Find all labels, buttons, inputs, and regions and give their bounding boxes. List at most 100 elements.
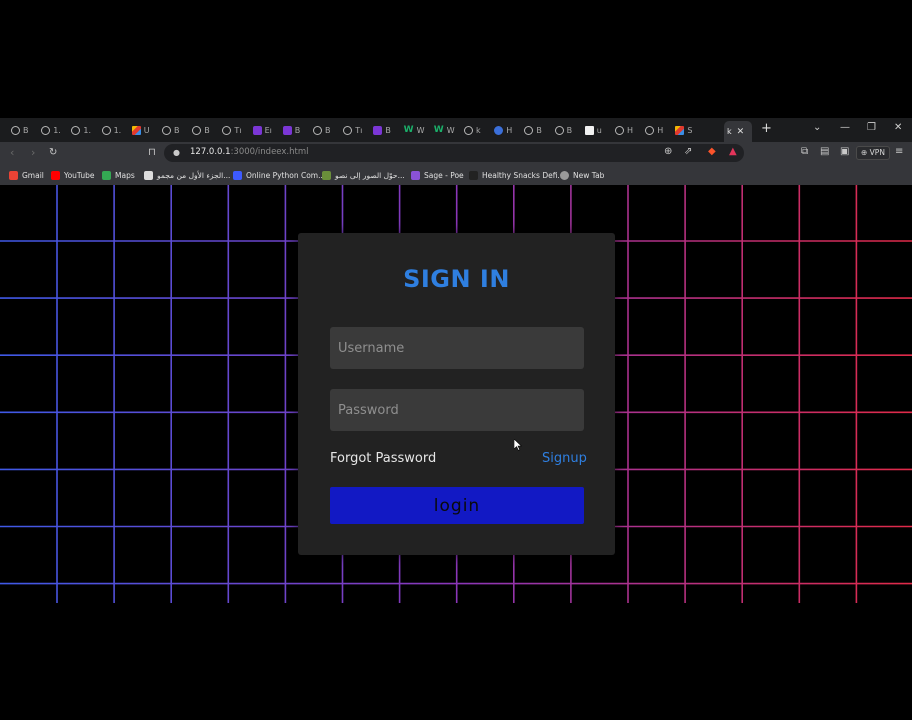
bookmark-item[interactable]: حوّل الصور إلى نصو... bbox=[322, 169, 405, 181]
wallet-icon[interactable]: ▣ bbox=[840, 146, 849, 157]
reload-icon[interactable]: ↻ bbox=[49, 146, 57, 159]
bootstrap-icon bbox=[252, 125, 262, 135]
browser-tab[interactable]: 1. bbox=[99, 122, 129, 138]
web-page: SIGN IN Forgot Password Signup login bbox=[0, 185, 912, 603]
tab-title: Tı bbox=[234, 125, 242, 135]
bookmarks-bar: Gmail YouTube Maps الجزء الأول من مجمو... On… bbox=[0, 164, 912, 185]
tab-title: B bbox=[294, 125, 301, 135]
globe-icon bbox=[524, 125, 534, 135]
globe-icon bbox=[71, 125, 81, 135]
browser-toolbar: ‹ › ↻ ⊓ ● 127.0.0.1:3000/indeex.html ⊕ ⇗… bbox=[0, 142, 912, 164]
browser-tab[interactable]: k ✕ bbox=[724, 121, 752, 142]
restore-icon[interactable]: ❐ bbox=[867, 122, 876, 134]
browser-tab[interactable]: H bbox=[612, 122, 642, 138]
multicolor-icon bbox=[131, 125, 141, 135]
close-window-icon[interactable]: ✕ bbox=[894, 122, 902, 134]
browser-tab[interactable]: B bbox=[552, 122, 582, 138]
bookmark-label: Maps bbox=[115, 170, 135, 180]
browser-tab[interactable]: 1. bbox=[68, 122, 98, 138]
bookmark-item[interactable]: New Tab bbox=[560, 169, 604, 181]
zoom-icon[interactable]: ⊕ bbox=[664, 146, 672, 157]
tab-title: B bbox=[325, 125, 331, 135]
close-tab-icon[interactable]: ✕ bbox=[737, 127, 745, 137]
bookmark-item[interactable]: Gmail bbox=[9, 169, 44, 181]
bookmark-item[interactable]: Sage - Poe bbox=[411, 169, 464, 181]
bookmark-label: Healthy Snacks Defi... bbox=[482, 170, 565, 180]
bookmark-icon[interactable]: ⊓ bbox=[148, 146, 156, 159]
extensions-icon[interactable]: ⧉ bbox=[801, 146, 808, 157]
tab-title: H bbox=[506, 125, 513, 135]
browser-tab[interactable]: B bbox=[189, 122, 219, 138]
bookmark-favicon-icon bbox=[469, 170, 478, 180]
sidebar-icon[interactable]: ▤ bbox=[820, 146, 829, 157]
browser-tab[interactable]: Tı bbox=[219, 122, 249, 138]
browser-tab[interactable]: u bbox=[582, 122, 612, 138]
brave-rewards-icon[interactable]: ▲ bbox=[729, 146, 737, 157]
browser-tab[interactable]: B bbox=[159, 122, 189, 138]
browser-tab[interactable]: H bbox=[642, 122, 672, 138]
new-tab-button[interactable]: + bbox=[761, 122, 772, 136]
site-info-icon[interactable]: ● bbox=[173, 148, 180, 157]
globe-icon bbox=[101, 125, 111, 135]
password-input[interactable] bbox=[330, 389, 584, 431]
bookmark-item[interactable]: YouTube bbox=[51, 169, 95, 181]
bookmark-label: Online Python Com... bbox=[246, 170, 326, 180]
bookmark-label: YouTube bbox=[64, 170, 95, 180]
tab-title: S bbox=[687, 125, 693, 135]
globe-icon bbox=[615, 125, 624, 135]
browser-tab[interactable]: B bbox=[521, 122, 551, 138]
bootstrap-icon bbox=[282, 125, 292, 135]
bookmark-favicon-icon bbox=[9, 170, 18, 180]
address-bar[interactable]: ● 127.0.0.1:3000/indeex.html ⊕ ⇗ ◆ ▲ bbox=[164, 144, 744, 162]
globe-icon bbox=[11, 125, 20, 135]
browser-tab[interactable]: S bbox=[672, 122, 702, 138]
browser-tab[interactable]: U bbox=[129, 122, 159, 138]
globe-icon bbox=[222, 125, 232, 135]
bookmark-favicon-icon bbox=[411, 170, 420, 180]
tab-title: B bbox=[174, 125, 180, 135]
browser-tab[interactable]: B bbox=[310, 122, 340, 138]
url-text[interactable]: 127.0.0.1:3000/indeex.html bbox=[190, 147, 308, 157]
tab-title: k bbox=[727, 127, 732, 136]
signup-link[interactable]: Signup bbox=[542, 451, 587, 466]
browser-tab[interactable]: WW bbox=[401, 122, 431, 138]
minimize-icon[interactable]: — bbox=[840, 122, 850, 134]
globe-icon bbox=[464, 125, 473, 135]
menu-icon[interactable]: ≡ bbox=[895, 146, 903, 157]
tab-title: H bbox=[657, 125, 664, 135]
login-button[interactable]: login bbox=[330, 487, 584, 524]
browser-tab[interactable]: B bbox=[280, 122, 310, 138]
share-icon[interactable]: ⇗ bbox=[684, 146, 692, 157]
bookmark-favicon-icon bbox=[102, 170, 111, 180]
browser-tab[interactable]: Eı bbox=[250, 122, 280, 138]
bookmark-item[interactable]: Healthy Snacks Defi... bbox=[469, 169, 565, 181]
bookmark-favicon-icon bbox=[51, 170, 60, 180]
bookmark-item[interactable]: الجزء الأول من مجمو... bbox=[144, 169, 230, 181]
browser-tab[interactable]: H bbox=[491, 122, 521, 138]
forgot-password-link[interactable]: Forgot Password bbox=[330, 451, 436, 466]
bookmark-label: الجزء الأول من مجمو... bbox=[157, 170, 231, 180]
brave-shield-icon[interactable]: ◆ bbox=[708, 146, 716, 157]
vpn-button[interactable]: ⊕ VPN bbox=[856, 146, 890, 160]
screen: B 1. 1. 1. U B B Tı Eı B B Tı B W W W Wk H B Bu H H Sk ✕ + ⌄ — ❐ ✕ ‹… bbox=[0, 0, 912, 720]
browser-tab[interactable]: B bbox=[8, 122, 38, 138]
bookmark-label: حوّل الصور إلى نصو... bbox=[335, 170, 405, 180]
back-icon[interactable]: ‹ bbox=[10, 146, 14, 159]
bookmark-item[interactable]: Maps bbox=[102, 169, 135, 181]
globe-icon bbox=[645, 125, 655, 135]
browser-tab[interactable]: 1. bbox=[38, 122, 68, 138]
username-input[interactable] bbox=[330, 327, 584, 369]
tab-search-icon[interactable]: ⌄ bbox=[813, 122, 821, 134]
forward-icon[interactable]: › bbox=[31, 146, 35, 159]
bookmark-item[interactable]: Online Python Com... bbox=[233, 169, 325, 181]
browser-tab[interactable]: WW bbox=[431, 122, 461, 138]
tab-title: H bbox=[627, 125, 634, 135]
tab-title: k bbox=[476, 125, 481, 135]
browser-tab[interactable]: k bbox=[461, 122, 491, 138]
tab-title: 1. bbox=[53, 125, 61, 135]
browser-tab[interactable]: B bbox=[370, 122, 400, 138]
tab-title: Eı bbox=[264, 125, 272, 135]
globe-icon bbox=[41, 125, 51, 135]
browser-tab[interactable]: Tı bbox=[340, 122, 370, 138]
tab-title: u bbox=[596, 125, 602, 135]
